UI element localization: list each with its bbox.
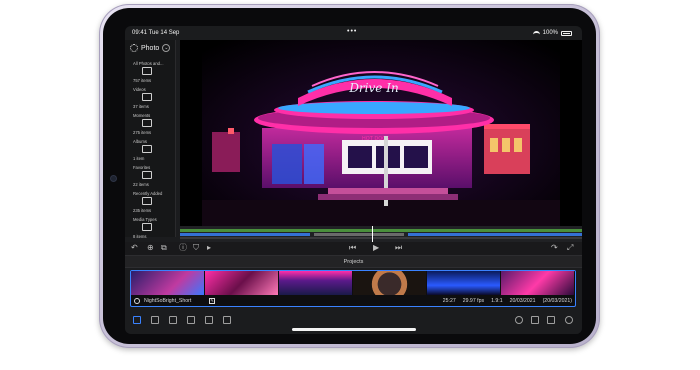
- status-right: 100%: [532, 30, 572, 36]
- sidebar-item-videos[interactable]: Videos 37 items: [129, 87, 173, 113]
- link-icon[interactable]: ⤢: [567, 243, 573, 253]
- zoom-icon[interactable]: ⊕: [147, 243, 154, 253]
- project-name: NightSoBright_Short: [144, 298, 192, 304]
- grid-view-icon[interactable]: [531, 316, 539, 324]
- project-badge-icon: ✎: [209, 298, 215, 304]
- sidebar-item-label: Favorites: [133, 165, 151, 170]
- project-meta: NightSoBright_Short ✎ 25:27 29.97 fps 1.…: [131, 296, 575, 306]
- status-time: 09:41 Tue 14 Sep: [132, 30, 180, 36]
- project-thumbnail: [205, 271, 279, 295]
- multitasking-dots-icon[interactable]: •••: [347, 28, 357, 35]
- sidebar-item-recently-added[interactable]: Recently Added 235 items: [129, 191, 173, 217]
- home-indicator[interactable]: [292, 328, 416, 331]
- effects-icon[interactable]: ▸: [207, 243, 211, 253]
- sidebar-item-moments[interactable]: Moments 275 items: [129, 113, 173, 139]
- sidebar-header[interactable]: Photo ⌄: [130, 44, 171, 52]
- sidebar-item-label: Media Types: [133, 217, 157, 222]
- sidebar-item-label: All Photos and...: [133, 61, 164, 66]
- device-bezel: 09:41 Tue 14 Sep ••• 100% Photo ⌄ All Ph…: [103, 8, 596, 344]
- sidebar-item-label: Recently Added: [133, 191, 163, 196]
- new-project-icon[interactable]: [151, 316, 159, 324]
- redo-icon[interactable]: ↷: [551, 243, 558, 253]
- undo-icon[interactable]: ↶: [131, 243, 138, 253]
- rewind-icon[interactable]: ⏮: [349, 243, 356, 253]
- folder-icon: [142, 197, 152, 205]
- sidebar-item-label: Albums: [133, 139, 147, 144]
- select-radio[interactable]: [134, 298, 140, 304]
- projects-area: NightSoBright_Short ✎ 25:27 29.97 fps 1.…: [125, 268, 582, 311]
- project-card[interactable]: NightSoBright_Short ✎ 25:27 29.97 fps 1.…: [130, 270, 576, 307]
- library-icon[interactable]: [133, 316, 141, 324]
- moments-icon: [142, 119, 152, 127]
- project-modified: (20/03/2021): [542, 298, 572, 304]
- sidebar-title: Photo: [141, 44, 160, 52]
- sidebar-list: All Photos and... 757 items Videos 37 it…: [129, 61, 173, 243]
- sidebar-item-count: 235 items: [133, 208, 152, 213]
- list-view-icon[interactable]: [547, 316, 555, 324]
- project-duration: 25:27: [442, 298, 456, 304]
- heart-icon: [142, 171, 152, 179]
- project-aspect: 1.9:1: [491, 298, 503, 304]
- duplicate-icon[interactable]: [205, 316, 213, 324]
- sidebar-item-albums[interactable]: Albums 1 item: [129, 139, 173, 165]
- status-bar: 09:41 Tue 14 Sep ••• 100%: [125, 26, 582, 40]
- sidebar-item-all-photos[interactable]: All Photos and... 757 items: [129, 61, 173, 87]
- sidebar-item-count: 1 item: [133, 156, 145, 161]
- play-icon[interactable]: ▶: [373, 243, 379, 253]
- drive-in-sign: Drive In: [348, 81, 398, 95]
- clip-tools-icon[interactable]: ⧉: [161, 243, 167, 253]
- timeline[interactable]: [180, 226, 582, 242]
- app-screen: 09:41 Tue 14 Sep ••• 100% Photo ⌄ All Ph…: [125, 26, 582, 334]
- marker-icon[interactable]: ⛉: [193, 243, 199, 253]
- battery-percent: 100%: [542, 30, 558, 36]
- project-thumbnail: [427, 271, 501, 295]
- project-thumbnails: [131, 271, 575, 295]
- playhead[interactable]: [372, 226, 373, 242]
- help-icon[interactable]: [565, 316, 573, 324]
- sidebar-item-count: 8 items: [133, 234, 147, 239]
- video-preview[interactable]: HOT DOGS Drive In: [180, 40, 582, 226]
- project-created: 20/03/2021: [509, 298, 536, 304]
- project-thumbnail: [279, 271, 353, 295]
- transport-bar: ↶ ⊕ ⧉ ⓘ ⛉ ▸ ⏮ ▶ ⏭ ↷ ⤢: [125, 242, 582, 255]
- timeline-track[interactable]: [180, 229, 582, 239]
- info-icon[interactable]: ⓘ: [179, 243, 187, 253]
- sidebar-item-count: 22 items: [133, 182, 149, 187]
- search-icon[interactable]: [515, 316, 523, 324]
- preview-photo: HOT DOGS Drive In: [202, 40, 560, 226]
- project-info: 25:27 29.97 fps 1.9:1 20/03/2021 (20/03/…: [443, 298, 572, 304]
- import-icon[interactable]: [169, 316, 177, 324]
- delete-icon[interactable]: [223, 316, 231, 324]
- projects-title: Projects: [343, 259, 364, 265]
- wifi-icon: [532, 30, 540, 36]
- project-thumbnail: [353, 271, 427, 295]
- folder-icon: [142, 223, 152, 231]
- projects-header: Projects: [125, 255, 582, 268]
- sidebar-item-count: 757 items: [133, 78, 152, 83]
- battery-icon: [561, 30, 572, 36]
- skip-forward-icon[interactable]: ⏭: [395, 243, 402, 253]
- video-camera-icon: [142, 93, 152, 101]
- project-thumbnail: [131, 271, 205, 295]
- bottom-toolbar: [125, 311, 582, 334]
- front-camera: [111, 176, 116, 181]
- photos-source-icon: [130, 44, 138, 52]
- sidebar-item-favorites[interactable]: Favorites 22 items: [129, 165, 173, 191]
- project-thumbnail: [501, 271, 575, 295]
- ipad-device-frame: 09:41 Tue 14 Sep ••• 100% Photo ⌄ All Ph…: [99, 4, 600, 348]
- media-sidebar: Photo ⌄ All Photos and... 757 items Vide…: [125, 40, 176, 239]
- sidebar-item-count: 275 items: [133, 130, 152, 135]
- project-fps: 29.97 fps: [462, 298, 485, 304]
- sidebar-item-label: Moments: [133, 113, 151, 118]
- chevron-down-icon[interactable]: ⌄: [162, 44, 171, 52]
- sidebar-item-count: 37 items: [133, 104, 149, 109]
- share-icon[interactable]: [187, 316, 195, 324]
- albums-icon: [142, 145, 152, 153]
- sidebar-item-media-types[interactable]: Media Types 8 items: [129, 217, 173, 243]
- sidebar-item-label: Videos: [133, 87, 146, 92]
- folder-icon: [142, 67, 152, 75]
